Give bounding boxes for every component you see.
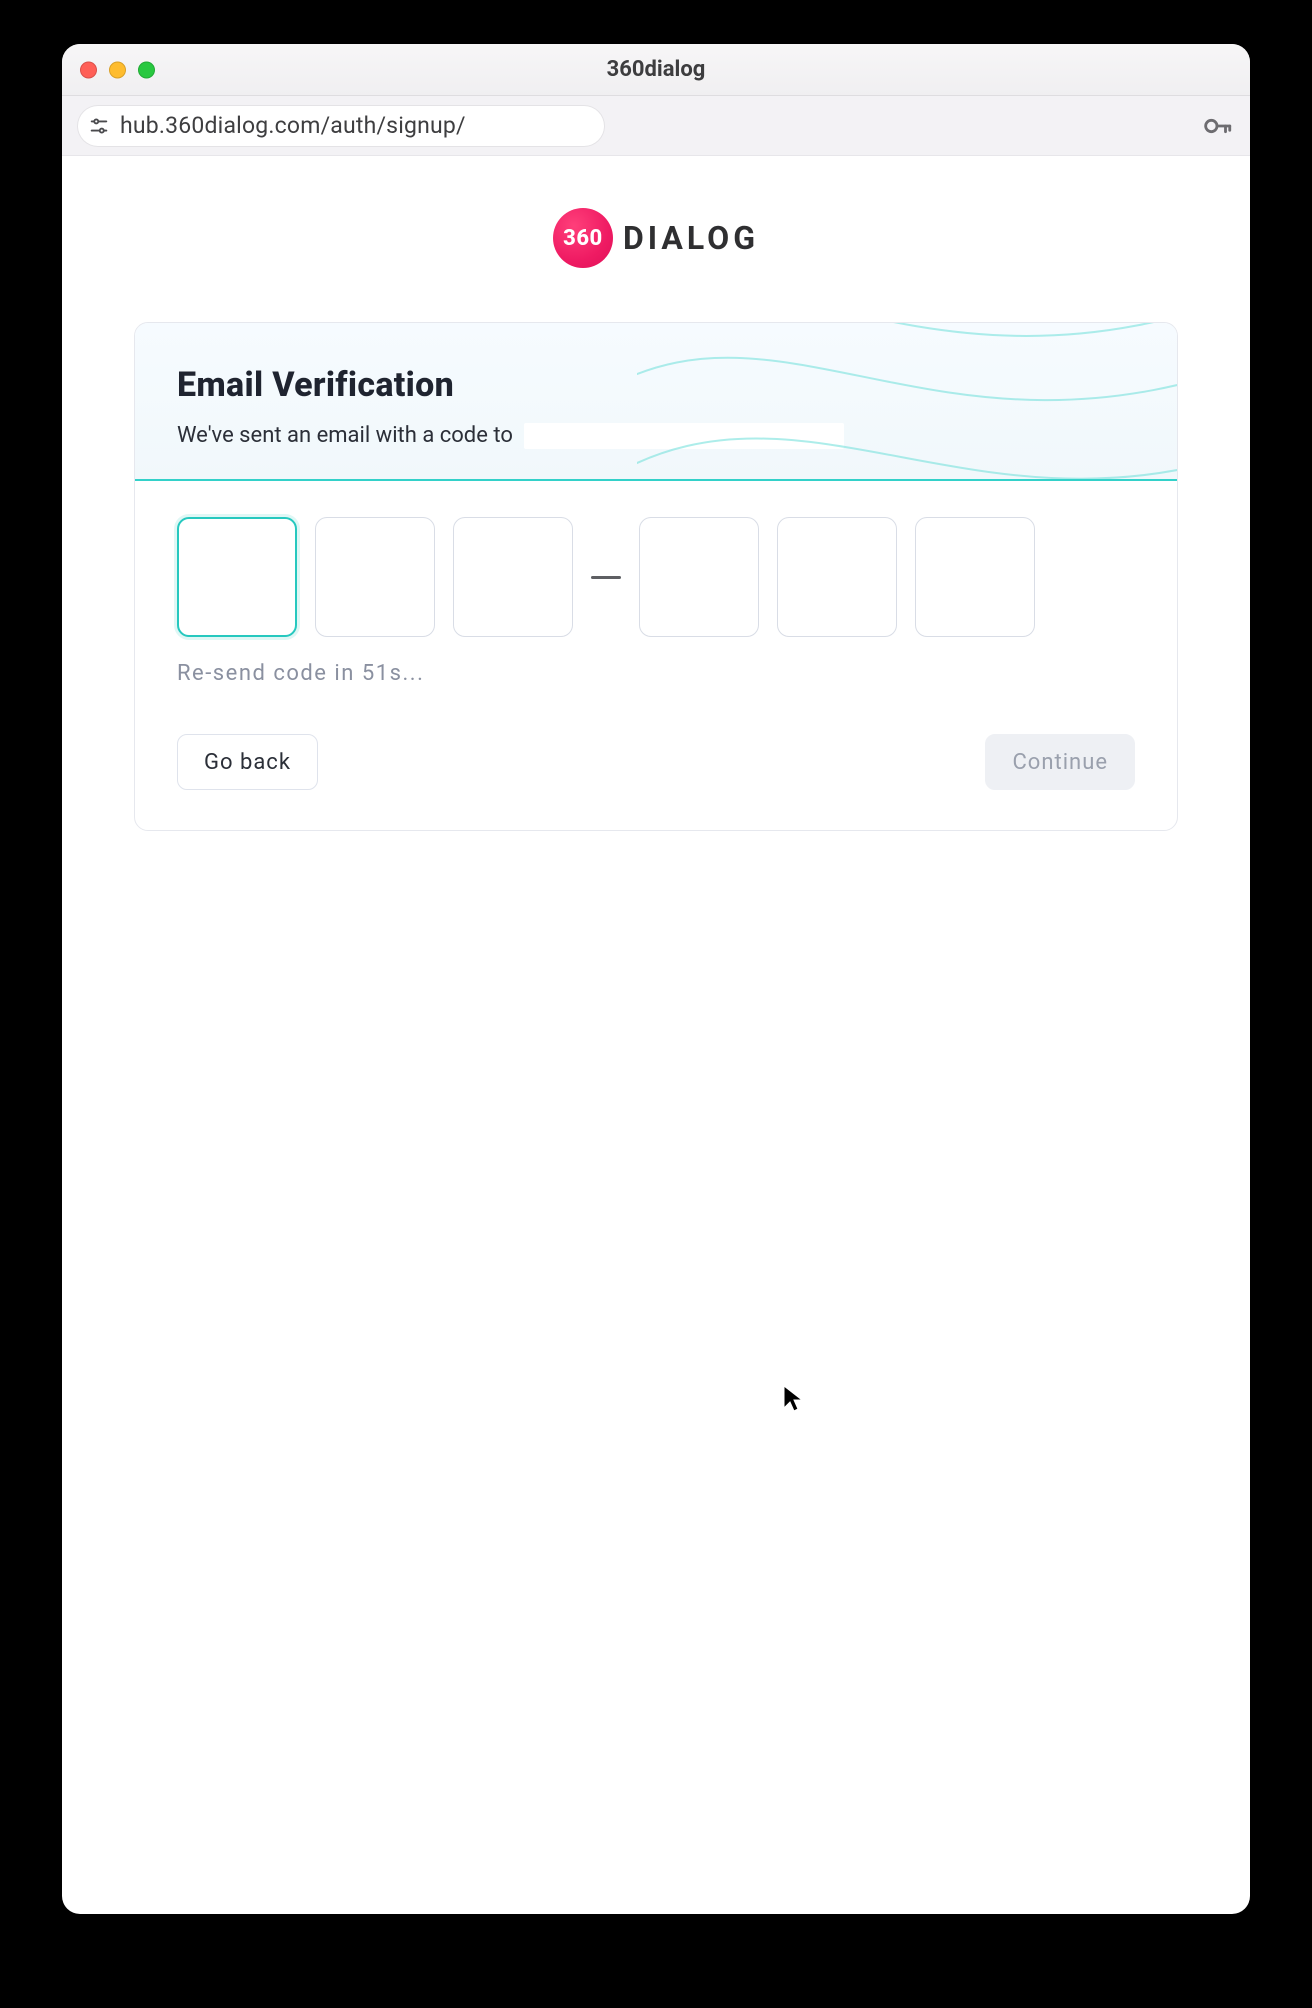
fullscreen-window-button[interactable] [138,61,155,78]
otp-digit-4[interactable] [639,517,759,637]
page-content: 360 DIALOG Email Verification [62,156,1250,831]
decorative-waves-icon [637,323,1177,481]
otp-dash-icon [591,576,621,579]
resend-countdown: Re-send code in 51s... [177,661,1135,686]
url-redacted [470,113,590,139]
verification-card: Email Verification We've sent an email w… [134,322,1178,831]
window-controls [80,61,155,78]
titlebar: 360dialog [62,44,1250,96]
brand-badge-icon: 360 [553,208,613,268]
otp-digit-3[interactable] [453,517,573,637]
minimize-window-button[interactable] [109,61,126,78]
card-body: Re-send code in 51s... Go back Continue [135,481,1177,830]
brand-badge-text: 360 [553,208,613,268]
window-title: 360dialog [607,57,706,82]
otp-digit-1[interactable] [177,517,297,637]
brand-wordmark: DIALOG [623,219,759,257]
url-chip[interactable]: hub.360dialog.com/auth/signup/ [78,106,604,146]
url-text[interactable]: hub.360dialog.com/auth/signup/ [120,112,466,139]
brand-logo: 360 DIALOG [134,208,1178,268]
continue-button[interactable]: Continue [985,734,1135,790]
url-bar: hub.360dialog.com/auth/signup/ [62,96,1250,156]
close-window-button[interactable] [80,61,97,78]
password-key-icon[interactable] [1200,109,1234,143]
stage: 360dialog hub.360dialog.com/auth/signup/ [0,0,1312,2008]
otp-digit-2[interactable] [315,517,435,637]
actions-row: Go back Continue [177,734,1135,790]
subtitle-prefix: We've sent an email with a code to [177,423,513,448]
otp-digit-5[interactable] [777,517,897,637]
go-back-button[interactable]: Go back [177,734,318,790]
browser-window: 360dialog hub.360dialog.com/auth/signup/ [62,44,1250,1914]
otp-digit-6[interactable] [915,517,1035,637]
card-header: Email Verification We've sent an email w… [135,323,1177,481]
mouse-cursor-icon [782,1384,804,1412]
otp-row [177,517,1135,637]
site-settings-icon[interactable] [88,115,110,137]
